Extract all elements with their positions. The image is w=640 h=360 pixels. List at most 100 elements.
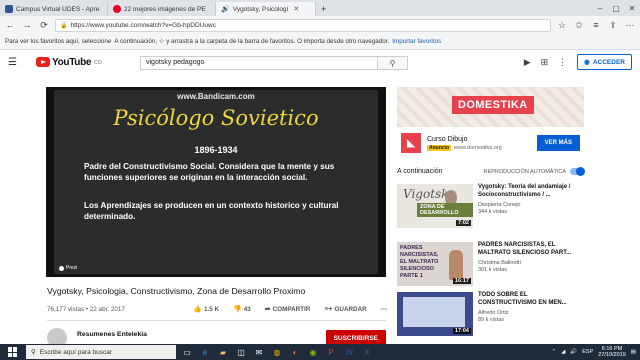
view-count: 301 k vistas xyxy=(478,267,508,273)
ad-tag: Anuncio xyxy=(427,144,451,151)
save-label: GUARDAR xyxy=(334,305,367,313)
video-title[interactable]: TODO SOBRE EL CONSTRUCTIVISMO EN MEN... xyxy=(478,292,584,307)
thumbs-up-icon: 👍 xyxy=(193,306,202,313)
recommended-video[interactable]: 17:04 TODO SOBRE EL CONSTRUCTIVISMO EN M… xyxy=(397,292,584,340)
notifications-icon[interactable]: ▤ xyxy=(631,349,636,355)
word-icon[interactable]: W xyxy=(342,346,356,358)
more-icon[interactable]: ⋯ xyxy=(624,20,636,31)
tab-favicon-icon xyxy=(113,5,121,13)
volume-icon[interactable]: 🔊 xyxy=(570,349,577,355)
language-indicator[interactable]: ESP xyxy=(582,349,593,355)
ad-banner[interactable]: DOMESTIKA xyxy=(397,87,584,127)
video-duration: 7:02 xyxy=(455,220,471,226)
share-label: COMPARTIR xyxy=(272,306,311,313)
lock-icon: 🔒 xyxy=(60,22,68,29)
video-frame: www.Bandicam.com Psicólogo Sovietico 189… xyxy=(54,90,378,274)
tab-label: 22 mejores imágenes de PE xyxy=(124,5,206,13)
search-input[interactable]: vigotsky pedagogo xyxy=(141,57,377,69)
video-title[interactable]: PADRES NARCISISTAS, EL MALTRATO SILENCIO… xyxy=(478,242,584,257)
tray-chevron-icon[interactable]: ⌃ xyxy=(552,349,557,355)
apps-grid-icon[interactable]: ⊞ xyxy=(541,57,549,68)
store-icon[interactable]: ◫ xyxy=(234,346,248,358)
close-tab-icon[interactable]: ✕ xyxy=(293,5,299,13)
favorites-bar: Para ver los favoritos aquí, seleccione … xyxy=(0,34,640,50)
save-button[interactable]: ≡+ GUARDAR xyxy=(324,306,366,313)
mail-icon[interactable]: ✉ xyxy=(252,346,266,358)
up-next-header: A continuación REPRODUCCIÓN AUTOMÁTICA xyxy=(397,167,585,176)
favorites-icon[interactable]: ✩ xyxy=(573,20,585,31)
recommended-video[interactable]: PADRES NARCISISTAS, EL MALTRATO SILENCIO… xyxy=(397,242,584,290)
video-actions: 👍 1.5 K 👎 43 ➦ COMPARTIR ≡+ GUARDAR ⋯ xyxy=(193,305,387,314)
channel-name[interactable]: Alfredo Ortiz xyxy=(478,310,584,316)
firefox-icon[interactable]: ◐ xyxy=(288,346,302,358)
tab-campus-virtual[interactable]: Campus Virtual UDES - Apre xyxy=(0,2,108,16)
powerpoint-icon[interactable]: P xyxy=(324,346,338,358)
ad-cta-button[interactable]: VER MÁS xyxy=(536,135,580,151)
channel-name[interactable]: Despierta Conejo xyxy=(478,202,584,208)
thumbnail-person xyxy=(449,250,463,280)
settings-icon[interactable]: ⋮ xyxy=(558,57,567,68)
tab-pinterest[interactable]: 22 mejores imágenes de PE xyxy=(108,2,216,16)
like-button[interactable]: 👍 1.5 K xyxy=(193,305,219,313)
video-thumbnail[interactable]: PADRES NARCISISTAS, EL MALTRATO SILENCIO… xyxy=(397,242,473,286)
reading-list-icon[interactable]: ≡ xyxy=(590,20,602,30)
forward-icon[interactable]: → xyxy=(21,20,33,30)
share-button[interactable]: ➦ COMPARTIR xyxy=(265,305,311,313)
video-thumbnail[interactable]: 17:04 xyxy=(397,292,473,336)
more-actions-icon[interactable]: ⋯ xyxy=(381,306,387,313)
sign-in-button[interactable]: ◉ ACCEDER xyxy=(577,54,632,70)
edge-icon[interactable]: e xyxy=(198,346,212,358)
speaker-icon: 🔊 xyxy=(221,6,230,13)
system-tray: ⌃ ◢ 🔊 ESP 6:16 PM 27/10/2019 ▤ xyxy=(552,346,636,359)
import-favorites-link[interactable]: Importar favoritos xyxy=(392,38,441,45)
back-icon[interactable]: ← xyxy=(4,20,16,30)
autoplay-label: REPRODUCCIÓN AUTOMÁTICA xyxy=(483,168,566,175)
chrome-icon[interactable]: ◍ xyxy=(270,346,284,358)
media-icon[interactable]: ◉ xyxy=(306,346,320,358)
thumbs-down-icon: 👎 xyxy=(233,306,242,313)
prezi-badge: Prezi xyxy=(59,265,77,271)
tab-youtube-video[interactable]: 🔊 Vygotsky, Psicologí ✕ xyxy=(216,2,316,16)
video-title: Vygotsky, Psicologia, Constructivismo, Z… xyxy=(47,286,306,296)
clock[interactable]: 6:16 PM 27/10/2019 xyxy=(598,346,626,359)
video-title[interactable]: Vygotsky: Teoría del andamiaje / Socioco… xyxy=(478,184,584,199)
window-controls: – ▢ ✕ xyxy=(592,0,640,16)
share-icon[interactable]: ⇪ xyxy=(607,20,619,31)
prezi-label: Prezi xyxy=(66,265,78,271)
refresh-icon[interactable]: ⟳ xyxy=(38,20,50,31)
autoplay-toggle[interactable] xyxy=(570,167,585,176)
ad-title[interactable]: Curso Dibujo xyxy=(427,136,502,143)
task-view-icon[interactable]: ▭ xyxy=(180,346,194,358)
ad-brand-logo: DOMESTIKA xyxy=(452,96,534,114)
video-meta-row: 76,177 vistas • 22 abr. 2017 👍 1.5 K 👎 43 … xyxy=(47,303,387,315)
video-player[interactable]: www.Bandicam.com Psicólogo Sovietico 189… xyxy=(46,87,386,277)
domestika-logo-icon: ◣ xyxy=(401,133,421,153)
video-thumbnail[interactable]: Vigotsky ZONA DE DESARROLLO 7:02 xyxy=(397,184,473,228)
new-tab-button[interactable]: + xyxy=(316,2,331,16)
like-count: 1.5 K xyxy=(203,306,220,313)
file-explorer-icon[interactable]: ▰ xyxy=(216,346,230,358)
url-field[interactable]: 🔒 https://www.youtube.com/watch?v=Gb-hpD… xyxy=(55,18,551,32)
dislike-button[interactable]: 👎 43 xyxy=(233,305,251,313)
add-to-playlist-icon: ≡+ xyxy=(324,305,333,313)
excel-icon[interactable]: X xyxy=(360,346,374,358)
hamburger-menu-icon[interactable]: ☰ xyxy=(8,57,22,68)
dislike-count: 43 xyxy=(243,306,251,313)
recommended-video[interactable]: Vigotsky ZONA DE DESARROLLO 7:02 Vygotsk… xyxy=(397,184,584,232)
channel-name[interactable]: Christina Balinotti xyxy=(478,260,584,266)
thumbnail-ribbon: ZONA DE DESARROLLO xyxy=(417,203,473,217)
create-video-icon[interactable]: ▶︎ xyxy=(524,57,531,68)
minimize-icon[interactable]: – xyxy=(592,4,608,13)
search-button[interactable]: ⚲ xyxy=(377,57,407,69)
close-window-icon[interactable]: ✕ xyxy=(624,4,640,13)
tab-favicon-icon xyxy=(5,5,13,13)
up-next-heading: A continuación xyxy=(397,168,443,175)
favorite-star-icon[interactable]: ☆ xyxy=(556,20,568,31)
channel-name[interactable]: Resumenes Entelekia xyxy=(77,331,147,338)
youtube-logo[interactable]: YouTube CO xyxy=(36,57,102,68)
network-icon[interactable]: ◢ xyxy=(561,349,565,355)
taskbar-search[interactable]: ⚲ Escribe aquí para buscar xyxy=(26,345,176,359)
maximize-icon[interactable]: ▢ xyxy=(608,4,624,13)
windows-start-icon[interactable] xyxy=(8,347,18,357)
youtube-header: ☰ YouTube CO vigotsky pedagogo ⚲ ▶︎ ⊞ ⋮ … xyxy=(0,50,640,74)
